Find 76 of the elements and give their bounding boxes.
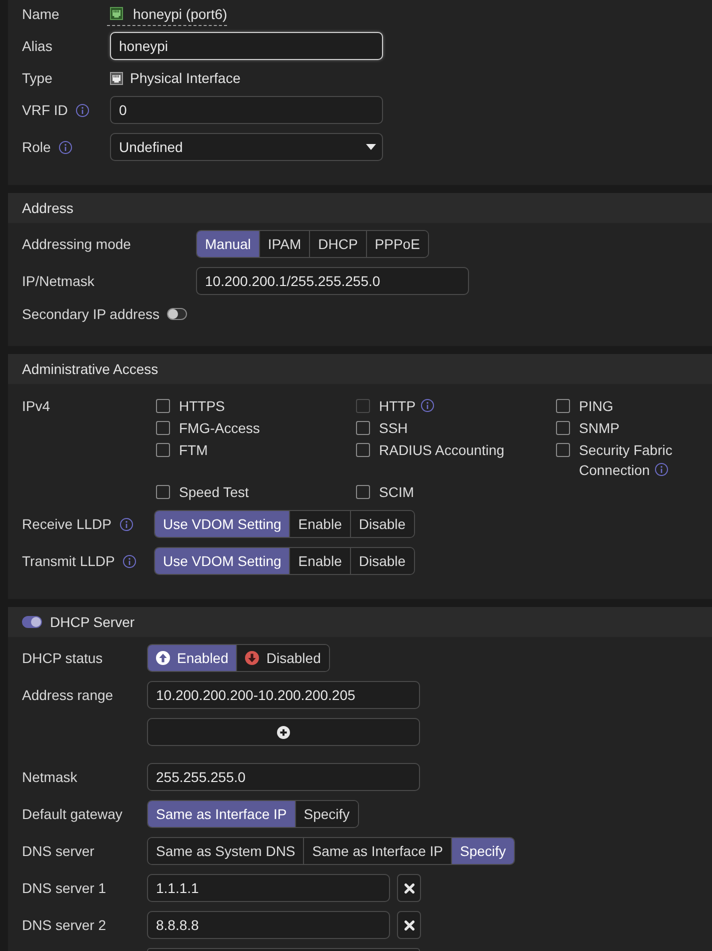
field-label: DNS server (22, 843, 94, 859)
checkbox[interactable] (156, 399, 170, 413)
checkbox-label: RADIUS Accounting (379, 442, 504, 458)
dropdown-field[interactable]: Undefined (110, 133, 383, 161)
remove-button[interactable] (397, 874, 421, 902)
arrow-down-circle-icon (245, 651, 260, 665)
segment-button[interactable]: Same as Interface IP (148, 801, 295, 827)
input-field[interactable]: 0 (110, 96, 383, 124)
plus-circle-icon (277, 726, 290, 738)
segment-button[interactable]: Specify (294, 801, 358, 827)
checkbox-label: HTTP (379, 398, 416, 414)
input-field[interactable]: 1.1.1.1 (147, 874, 390, 902)
input-field[interactable]: honeypi (110, 32, 383, 60)
interface-type: Physical Interface (130, 70, 240, 86)
segment-button[interactable]: Disable (350, 548, 414, 574)
input-field[interactable]: 10.200.200.1/255.255.255.0 (196, 267, 469, 295)
checkbox[interactable] (356, 443, 370, 457)
close-icon (404, 882, 414, 894)
checkbox-label: HTTPS (179, 398, 225, 414)
input-field[interactable]: 8.8.8.8 (147, 911, 390, 939)
checkbox-label: SSH (379, 420, 408, 436)
field-label: IPv4 (22, 398, 50, 414)
segment-button[interactable]: Use VDOM Setting (155, 548, 290, 574)
remove-button[interactable] (397, 911, 421, 939)
segment-button[interactable]: PPPoE (366, 231, 428, 257)
field-label: Transmit LLDP (22, 553, 115, 569)
checkbox[interactable] (156, 421, 170, 435)
field-label: DNS server 2 (22, 917, 106, 933)
checkbox[interactable] (556, 399, 570, 413)
field-label: Addressing mode (22, 236, 131, 252)
field-label: Alias (22, 38, 52, 54)
field-label: VRF ID (22, 102, 68, 118)
field-label: Secondary IP address (22, 306, 160, 322)
field-label: Receive LLDP (22, 516, 112, 532)
checkbox-label: FMG-Access (179, 420, 260, 436)
field-label: Default gateway (22, 806, 122, 822)
segment-button[interactable]: Disable (350, 511, 414, 537)
field-label: Netmask (22, 769, 78, 785)
arrow-up-circle-icon (156, 651, 170, 665)
field-label: Name (22, 6, 60, 22)
checkbox-label: Speed Test (179, 484, 249, 500)
checkbox-label: SNMP (579, 420, 620, 436)
field-label: DNS server 1 (22, 880, 106, 896)
field-label: Address range (22, 687, 114, 703)
checkbox[interactable] (556, 443, 570, 457)
segment-button[interactable]: Manual (197, 231, 259, 257)
field-label: Type (22, 70, 52, 86)
checkbox[interactable] (556, 421, 570, 435)
checkbox-label: Security Fabric Connection (579, 442, 672, 478)
field-label: IP/Netmask (22, 273, 94, 289)
segment-button[interactable]: Specify (451, 838, 514, 864)
checkbox-label: PING (579, 398, 614, 414)
checkbox-label: SCIM (379, 484, 414, 500)
caret-icon (366, 144, 376, 150)
checkbox[interactable] (156, 443, 170, 457)
toggle-switch[interactable] (22, 616, 42, 628)
section-title: Address (22, 200, 74, 216)
interface-name-link[interactable]: honeypi (port6) (107, 6, 228, 26)
checkbox[interactable] (156, 485, 170, 499)
ethernet-port-icon (110, 72, 123, 84)
ethernet-port-icon (110, 7, 123, 20)
checkbox[interactable] (356, 421, 370, 435)
segment-button[interactable]: Enabled (148, 645, 236, 671)
close-icon (404, 920, 414, 930)
field-label: Role (22, 139, 51, 155)
section-title: DHCP Server (50, 614, 135, 630)
toggle-switch[interactable] (166, 308, 186, 320)
segment-button[interactable]: Use VDOM Setting (155, 511, 290, 537)
checkbox-label: FTM (179, 442, 208, 458)
input-field[interactable]: 255.255.255.0 (147, 763, 420, 791)
section-title: Administrative Access (22, 361, 158, 377)
segment-button[interactable]: Disabled (236, 645, 329, 671)
field-label: DHCP status (22, 650, 103, 666)
checkbox[interactable] (356, 485, 370, 499)
input-field[interactable] (147, 948, 420, 951)
input-field[interactable]: 10.200.200.200-10.200.200.205 (147, 681, 420, 709)
